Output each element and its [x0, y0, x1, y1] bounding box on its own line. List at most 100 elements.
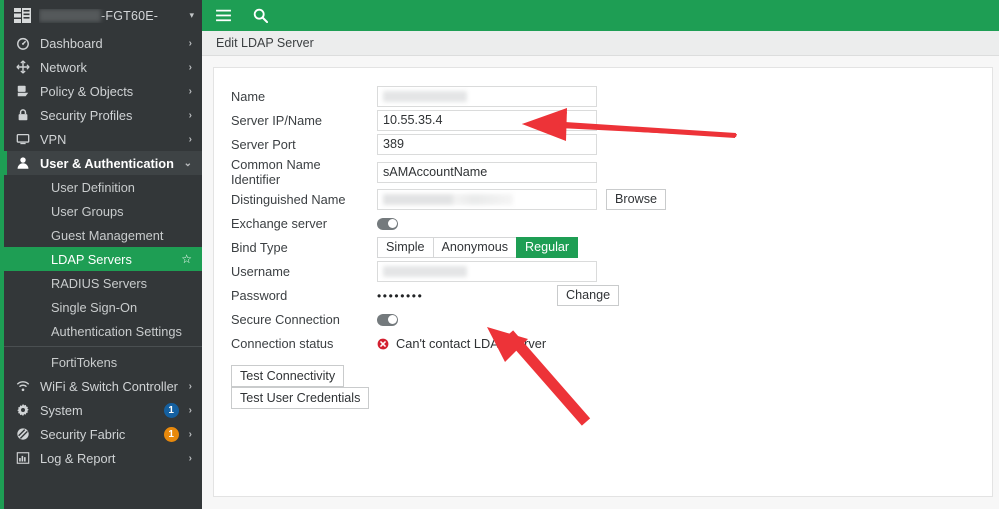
device-selector[interactable]: -FGT60E- ▾ [4, 0, 202, 31]
sidebar-item-fortitokens[interactable]: FortiTokens [4, 350, 202, 374]
user-icon [15, 156, 31, 170]
top-bar [202, 0, 999, 31]
network-icon [15, 60, 31, 74]
sidebar-item-guest-management[interactable]: Guest Management [4, 223, 202, 247]
name-field[interactable] [377, 86, 597, 107]
chevron-down-icon: ⌄ [183, 157, 192, 169]
sidebar-item-label: User & Authentication [40, 155, 174, 171]
form-row-bind-type: Bind Type Simple Anonymous Regular [231, 236, 992, 259]
sidebar-item-label: Policy & Objects [40, 83, 134, 99]
sidebar-item-user-groups[interactable]: User Groups [4, 199, 202, 223]
sidebar-item-log-report[interactable]: Log & Report › [4, 446, 202, 470]
test-user-credentials-button[interactable]: Test User Credentials [231, 387, 370, 409]
form-row-server-ip: Server IP/Name 10.55.35.4 [231, 109, 992, 132]
distinguished-name-field[interactable] [377, 189, 597, 210]
form-row-secure-connection: Secure Connection [231, 308, 992, 331]
breadcrumb: Edit LDAP Server [202, 31, 999, 56]
gear-icon [15, 403, 31, 417]
chevron-down-icon[interactable]: ▾ [183, 10, 194, 21]
sidebar-item-user-authentication[interactable]: User & Authentication ⌄ [4, 151, 202, 175]
error-circle-icon [377, 338, 389, 350]
sidebar-item-vpn[interactable]: VPN › [4, 127, 202, 151]
sidebar-item-single-sign-on[interactable]: Single Sign-On [4, 295, 202, 319]
sidebar-subitem-label: LDAP Servers [51, 251, 132, 267]
sidebar-item-authentication-settings[interactable]: Authentication Settings [4, 319, 202, 343]
change-password-button[interactable]: Change [557, 285, 620, 306]
main-area: Edit LDAP Server Name Server IP/Name 10.… [202, 0, 999, 509]
dashboard-icon [15, 36, 31, 50]
bind-type-option-anonymous[interactable]: Anonymous [432, 237, 517, 258]
sidebar-subitem-label: Single Sign-On [51, 299, 138, 315]
favorite-star-icon[interactable]: ☆ [181, 252, 192, 266]
bind-type-option-regular[interactable]: Regular [516, 237, 579, 258]
fabric-icon [15, 427, 31, 441]
sidebar-subitem-label: FortiTokens [51, 354, 118, 370]
status-badge: 1 [163, 402, 179, 418]
sidebar-item-radius-servers[interactable]: RADIUS Servers [4, 271, 202, 295]
sidebar-item-label: VPN [40, 131, 67, 147]
connection-status-value: Can't contact LDAP server [396, 336, 547, 351]
device-name: -FGT60E- [39, 8, 183, 23]
sidebar-item-security-fabric[interactable]: Security Fabric 1 › [4, 422, 202, 446]
redacted-username-value [383, 266, 467, 277]
bind-type-segmented-control: Simple Anonymous Regular [377, 237, 579, 258]
test-connectivity-button[interactable]: Test Connectivity [231, 365, 345, 387]
server-port-label: Server Port [231, 137, 296, 152]
server-ip-name-field[interactable]: 10.55.35.4 [377, 110, 597, 131]
common-name-identifier-label: Common Name Identifier [231, 157, 321, 187]
sidebar-item-policy-objects[interactable]: Policy & Objects › [4, 79, 202, 103]
secure-connection-toggle[interactable] [377, 313, 398, 326]
sidebar-item-user-definition[interactable]: User Definition [4, 175, 202, 199]
chevron-right-icon: › [188, 85, 192, 97]
server-ip-name-label: Server IP/Name [231, 113, 323, 128]
password-masked-value: •••••••• [377, 288, 424, 303]
chevron-right-icon: › [188, 380, 192, 392]
sidebar-subitem-label: User Definition [51, 179, 135, 195]
form-row-distinguished-name: Distinguished Name Browse [231, 188, 992, 211]
redacted-dn-value [383, 194, 513, 205]
sidebar-item-dashboard[interactable]: Dashboard › [4, 31, 202, 55]
form-row-name: Name [231, 85, 992, 108]
sidebar-item-label: Security Profiles [40, 107, 133, 123]
test-buttons-group: Test Connectivity Test User Credentials [231, 365, 992, 409]
sidebar-item-system[interactable]: System 1 › [4, 398, 202, 422]
form-row-username: Username [231, 260, 992, 283]
sidebar-item-label: WiFi & Switch Controller [40, 378, 178, 394]
content-region: Name Server IP/Name 10.55.35.4 Server Po… [202, 56, 999, 509]
hamburger-menu-icon[interactable] [216, 9, 231, 22]
distinguished-name-label: Distinguished Name [231, 192, 346, 207]
server-port-field[interactable]: 389 [377, 134, 597, 155]
secure-connection-label: Secure Connection [231, 312, 340, 327]
fortinet-logo-icon [14, 8, 31, 23]
common-name-identifier-field[interactable]: sAMAccountName [377, 161, 597, 183]
form-row-connection-status: Connection status Can't contact LDAP ser… [231, 332, 992, 355]
sidebar-subitem-label: User Groups [51, 203, 124, 219]
form-row-exchange-server: Exchange server [231, 212, 992, 235]
form-row-server-port: Server Port 389 [231, 133, 992, 156]
bind-type-option-simple[interactable]: Simple [377, 237, 433, 258]
search-icon[interactable] [253, 8, 268, 23]
username-field[interactable] [377, 261, 597, 282]
bind-type-label: Bind Type [231, 240, 288, 255]
sidebar-item-security-profiles[interactable]: Security Profiles › [4, 103, 202, 127]
chevron-right-icon: › [188, 37, 192, 49]
sidebar-subitem-label: Authentication Settings [51, 323, 182, 339]
chart-bar-icon [15, 451, 31, 465]
name-label: Name [231, 89, 266, 104]
browse-button[interactable]: Browse [606, 189, 666, 210]
redacted-name-value [383, 91, 467, 102]
edit-ldap-server-card: Name Server IP/Name 10.55.35.4 Server Po… [213, 67, 993, 497]
sidebar-item-wifi-switch-controller[interactable]: WiFi & Switch Controller › [4, 374, 202, 398]
exchange-server-label: Exchange server [231, 216, 328, 231]
chevron-right-icon: › [188, 61, 192, 73]
sidebar-item-ldap-servers[interactable]: LDAP Servers ☆ [4, 247, 202, 271]
exchange-server-toggle[interactable] [377, 217, 398, 230]
sidebar-item-label: Dashboard [40, 35, 103, 51]
form-row-password: Password •••••••• Change [231, 284, 992, 307]
sidebar-item-network[interactable]: Network › [4, 55, 202, 79]
policy-icon [15, 84, 31, 98]
password-label: Password [231, 288, 288, 303]
chevron-right-icon: › [188, 133, 192, 145]
connection-status-label: Connection status [231, 336, 334, 351]
sidebar-item-label: Network [40, 59, 87, 75]
